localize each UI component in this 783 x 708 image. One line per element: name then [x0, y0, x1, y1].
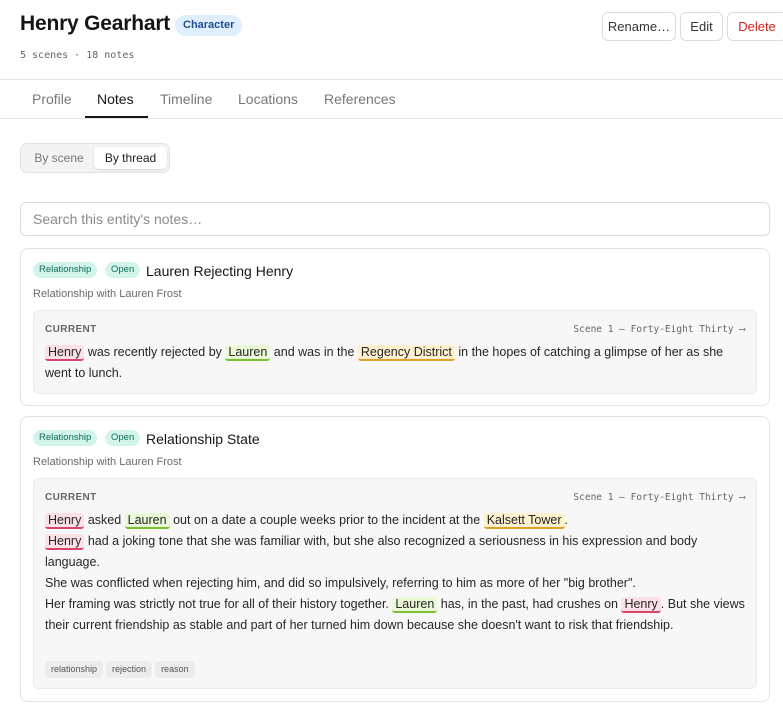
category-pill: Relationship: [33, 430, 98, 446]
note-paragraph: Her framing was strictly not true for al…: [45, 597, 745, 632]
note-paragraph: She was conflicted when rejecting him, a…: [45, 576, 636, 590]
tab-locations[interactable]: Locations: [238, 91, 298, 107]
mention-location[interactable]: Regency District: [357, 345, 455, 361]
thread-card[interactable]: Relationship Open Lauren Rejecting Henry…: [20, 248, 770, 406]
tag-chip[interactable]: relationship: [45, 661, 104, 678]
scene-link[interactable]: Scene 1 — Forty-Eight Thirty ⟶: [573, 324, 745, 335]
tab-references[interactable]: References: [324, 91, 396, 107]
tab-bar: Profile Notes Timeline Locations Referen…: [0, 80, 783, 119]
entity-meta: 5 scenes · 18 notes: [20, 50, 135, 61]
edit-button[interactable]: Edit: [680, 12, 723, 41]
page-title: Henry Gearhart: [20, 12, 171, 35]
thread-card[interactable]: Relationship Open Relationship State Rel…: [20, 416, 770, 702]
note-paragraph: Henry asked Lauren out on a date a coupl…: [45, 510, 747, 531]
mention-henry[interactable]: Henry: [45, 513, 85, 529]
category-pill: Relationship: [33, 262, 98, 278]
mention-henry[interactable]: Henry: [45, 345, 85, 361]
search-input[interactable]: [20, 202, 770, 236]
view-mode-toggle: By scene By thread: [20, 143, 170, 173]
current-label: CURRENT: [45, 492, 97, 503]
mention-henry[interactable]: Henry: [45, 534, 85, 550]
delete-button[interactable]: Delete: [727, 12, 783, 41]
mention-lauren[interactable]: Lauren: [124, 513, 170, 529]
tab-notes[interactable]: Notes: [97, 91, 134, 107]
active-tab-indicator: [85, 116, 148, 118]
entity-type-badge: Character: [175, 15, 243, 36]
status-pill: Open: [105, 262, 141, 278]
tag-chip[interactable]: reason: [155, 661, 195, 678]
current-note-panel: CURRENT Scene 1 — Forty-Eight Thirty ⟶ H…: [33, 478, 757, 689]
thread-title: Relationship State: [146, 431, 260, 447]
note-body: Henry was recently rejected by Lauren an…: [45, 342, 747, 384]
scene-link[interactable]: Scene 1 — Forty-Eight Thirty ⟶: [573, 492, 745, 503]
entity-header: Henry Gearhart Character 5 scenes · 18 n…: [0, 0, 783, 80]
tag-list: relationship rejection reason: [45, 659, 198, 678]
note-body: Henry asked Lauren out on a date a coupl…: [45, 510, 747, 636]
current-label: CURRENT: [45, 324, 97, 335]
by-thread-button[interactable]: By thread: [94, 147, 167, 169]
mention-location[interactable]: Kalsett Tower: [483, 513, 565, 529]
tab-profile[interactable]: Profile: [32, 91, 72, 107]
mention-henry[interactable]: Henry: [621, 597, 661, 613]
tag-chip[interactable]: rejection: [106, 661, 153, 678]
thread-title: Lauren Rejecting Henry: [146, 263, 294, 279]
note-paragraph: Henry was recently rejected by Lauren an…: [45, 345, 724, 380]
by-scene-button[interactable]: By scene: [24, 147, 94, 169]
note-paragraph: Henry had a joking tone that she was fam…: [45, 534, 698, 569]
rename-button[interactable]: Rename…: [602, 12, 676, 41]
thread-subtitle: Relationship with Lauren Frost: [33, 288, 182, 300]
tab-timeline[interactable]: Timeline: [160, 91, 212, 107]
status-pill: Open: [105, 430, 141, 446]
mention-lauren[interactable]: Lauren: [392, 597, 438, 613]
current-note-panel: CURRENT Scene 1 — Forty-Eight Thirty ⟶ H…: [33, 310, 757, 394]
thread-subtitle: Relationship with Lauren Frost: [33, 456, 182, 468]
mention-lauren[interactable]: Lauren: [225, 345, 271, 361]
